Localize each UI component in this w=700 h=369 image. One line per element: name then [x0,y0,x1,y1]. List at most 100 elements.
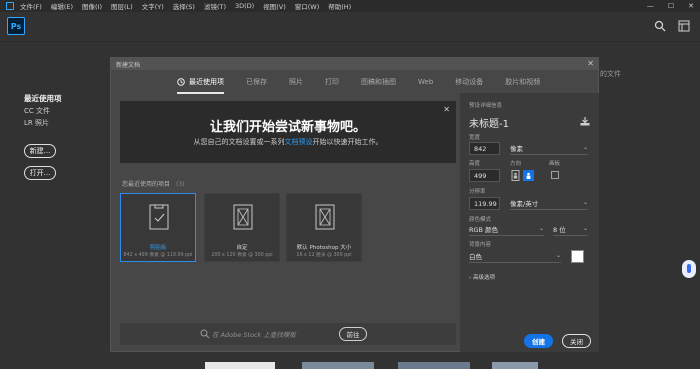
new-document-dialog: 新建文档 ✕ 最近使用项 已保存 照片 打印 图稿和插图 Web 移动设备 胶片… [110,57,599,352]
resolution-label: 分辨率 [469,189,486,195]
banner-close-icon[interactable]: ✕ [443,105,450,114]
background-thumbnail[interactable] [492,362,538,369]
chevron-down-icon: ⌄ [555,252,561,259]
sidebar-item-lr-photos[interactable]: LR 照片 [24,118,62,128]
sidebar-item-cc-files[interactable]: CC 文件 [24,106,62,116]
preset-card-default[interactable]: 默认 Photoshop 大小 16 x 12 厘米 @ 300 ppi [286,193,362,262]
card-meta: 200 x 120 像素 @ 300 ppi [211,253,273,258]
menu-3d[interactable]: 3D(D) [235,2,254,10]
preset-tabs: 最近使用项 已保存 照片 打印 图稿和插图 Web 移动设备 胶片和视频 [111,70,598,94]
tab-saved[interactable]: 已保存 [246,77,267,87]
clock-icon [177,77,185,86]
preset-details-panel: 预设详细信息 未标题-1 宽度 842 像素 ⌄ 高度 方向 画板 499 分辨… [460,93,599,352]
create-button[interactable]: 创建 [524,334,553,348]
search-icon [200,329,210,339]
minimize-icon[interactable]: — [647,2,654,10]
banner-subtitle: 从您自己的文档设置或一系列文档预设开始以快速开始工作。 [120,137,456,147]
advanced-options-label: 高级选项 [472,275,495,281]
artboard-label: 画板 [549,161,561,167]
stock-search-bar[interactable]: 在 Adobe Stock 上查找模板 前往 [120,323,456,345]
dialog-close-icon[interactable]: ✕ [587,59,594,68]
card-meta: 16 x 12 厘米 @ 300 ppi [296,253,352,258]
resolution-input[interactable]: 119.99 [469,197,500,210]
home-open-button[interactable]: 打开... [24,166,56,180]
tab-label: 最近使用项 [189,77,224,86]
menu-type[interactable]: 文字(Y) [142,1,164,11]
banner-sub-prefix: 从您自己的文档设置或一系列 [193,138,285,146]
tab-art-illustration[interactable]: 图稿和插图 [361,77,396,87]
tab-photo[interactable]: 照片 [289,77,303,87]
save-preset-icon[interactable] [580,117,590,126]
background-thumbnail[interactable] [398,362,470,369]
floating-scroll-widget[interactable] [682,260,696,278]
workspace-grid-icon[interactable] [678,20,690,32]
document-blank-icon [315,204,335,230]
height-label: 高度 [469,161,481,167]
background-color-swatch[interactable] [571,250,584,263]
width-label: 宽度 [469,135,481,141]
tab-film-video[interactable]: 胶片和视频 [505,77,540,87]
menu-view[interactable]: 视图(V) [263,1,286,11]
tab-print[interactable]: 打印 [325,77,339,87]
portrait-orientation-icon[interactable] [510,170,521,181]
chevron-down-icon: ⌄ [538,225,544,232]
menu-window[interactable]: 窗口(W) [295,1,320,11]
preset-card-clipboard[interactable]: 剪贴板 842 x 499 像素 @ 119.99 ppi [120,193,196,262]
chevron-down-icon: ⌄ [582,225,588,232]
card-name: 默认 Photoshop 大小 [296,245,352,251]
width-unit-value: 像素 [510,145,523,153]
landscape-orientation-icon[interactable] [523,170,534,181]
advanced-options-toggle[interactable]: › 高级选项 [469,273,495,281]
maximize-icon[interactable]: ☐ [668,2,674,10]
menu-layer[interactable]: 图层(L) [111,1,133,11]
app-toolbar [0,12,700,42]
color-mode-label: 颜色模式 [469,217,492,223]
close-window-icon[interactable]: ✕ [688,2,694,10]
recent-items-label: 您最近使用的项目 (3) [122,179,185,188]
menu-select[interactable]: 选择(S) [173,1,195,11]
chevron-down-icon: ⌄ [582,144,588,151]
bit-depth-value: 8 位 [553,226,566,234]
document-name-input[interactable]: 未标题-1 [469,115,509,130]
sidebar-item-recent[interactable]: 最近使用项 [24,93,62,104]
resolution-unit-select[interactable]: 像素/英寸 ⌄ [510,197,588,210]
home-new-button[interactable]: 新建... [24,144,56,158]
tab-mobile[interactable]: 移动设备 [455,77,483,87]
resolution-unit-value: 像素/英寸 [510,200,539,208]
stock-go-button[interactable]: 前往 [339,327,367,341]
tab-recent[interactable]: 最近使用项 [177,77,224,94]
banner-sub-suffix: 开始以快速开始工作。 [312,138,383,146]
artboard-checkbox[interactable] [551,171,559,179]
recent-count: (3) [176,181,185,188]
background-thumbnail[interactable] [302,362,374,369]
menu-file[interactable]: 文件(F) [20,1,42,11]
recent-pane: 让我们开始尝试新事物吧。 从您自己的文档设置或一系列文档预设开始以快速开始工作。… [120,101,456,348]
recent-label-text: 您最近使用的项目 [122,181,171,188]
stock-search-input[interactable]: 在 Adobe Stock 上查找模板 [212,329,296,339]
window-controls: — ☐ ✕ [647,2,694,10]
menu-image[interactable]: 图像(I) [82,1,102,11]
background-value: 白色 [469,253,482,261]
search-icon[interactable] [654,20,666,32]
background-select[interactable]: 白色 ⌄ [469,250,561,263]
card-meta: 842 x 499 像素 @ 119.99 ppi [123,253,193,258]
menu-help[interactable]: 帮助(H) [328,1,351,11]
width-input[interactable]: 842 [469,142,500,155]
tab-web[interactable]: Web [418,78,433,86]
home-sidebar: 最近使用项 CC 文件 LR 照片 [24,93,62,130]
width-unit-select[interactable]: 像素 ⌄ [510,142,588,155]
details-header: 预设详细信息 [469,103,503,109]
menu-edit[interactable]: 编辑(E) [51,1,73,11]
background-thumbnail[interactable] [205,362,275,369]
document-presets-link[interactable]: 文档预设 [285,138,313,146]
bit-depth-select[interactable]: 8 位 ⌄ [553,223,588,236]
height-input[interactable]: 499 [469,169,500,182]
dialog-title: 新建文档 [116,62,141,69]
color-mode-select[interactable]: RGB 颜色 ⌄ [469,223,544,236]
menu-filter[interactable]: 滤镜(T) [204,1,226,11]
document-check-icon [149,204,169,230]
close-button[interactable]: 关闭 [562,334,591,348]
color-mode-value: RGB 颜色 [469,226,499,234]
preset-card-custom[interactable]: 自定 200 x 120 像素 @ 300 ppi [204,193,280,262]
card-name: 自定 [236,245,248,251]
